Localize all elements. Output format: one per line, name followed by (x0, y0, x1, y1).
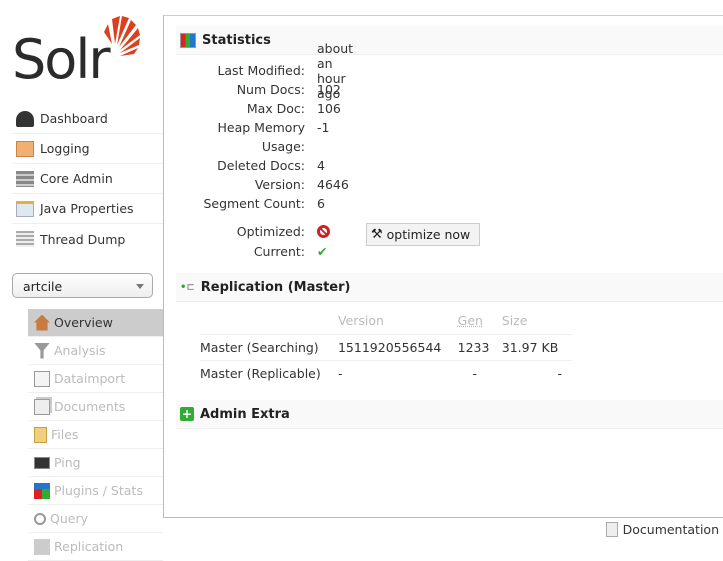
logging-icon (16, 140, 34, 157)
table-row: Master (Searching) 1511920556544 1233 31… (200, 334, 572, 361)
core-menu-replication[interactable]: Replication (28, 533, 163, 561)
core-admin-icon (16, 170, 34, 187)
plus-icon: + (180, 407, 194, 421)
solr-logo[interactable]: Solr (12, 14, 142, 84)
nav-dashboard[interactable]: Dashboard (12, 104, 163, 134)
table-row: Master (Replicable) - - - (200, 365, 562, 381)
dataimport-icon (34, 370, 50, 387)
replication-icon (34, 538, 50, 555)
bar-chart-icon (180, 32, 196, 48)
core-menu-dataimport[interactable]: Dataimport (28, 365, 163, 393)
core-menu-query[interactable]: Query (28, 505, 163, 533)
main-content: Statistics Last Modified: about an hour a… (163, 15, 723, 518)
core-menu-files[interactable]: Files (28, 421, 163, 449)
chevron-down-icon (136, 284, 144, 289)
nav-core-admin[interactable]: Core Admin (12, 164, 163, 194)
thread-dump-icon (16, 231, 34, 247)
table-header-row: Version Gen Size (200, 308, 572, 335)
core-menu-overview[interactable]: Overview (28, 309, 163, 337)
core-menu-documents[interactable]: Documents (28, 393, 163, 421)
documentation-link[interactable]: Documentation (605, 522, 719, 537)
dashboard-icon (16, 110, 34, 127)
java-properties-icon (16, 200, 34, 217)
core-menu-ping[interactable]: Ping (28, 449, 163, 477)
plugins-icon (34, 482, 50, 499)
optimize-now-button[interactable]: ⚒ optimize now (366, 223, 480, 246)
documents-icon (34, 398, 50, 415)
core-menu-analysis[interactable]: Analysis (28, 337, 163, 365)
nav-java-properties[interactable]: Java Properties (12, 194, 163, 224)
nav-thread-dump[interactable]: Thread Dump (12, 224, 163, 254)
replication-icon: •⊏ (180, 281, 195, 293)
svg-text:Solr: Solr (12, 28, 111, 84)
core-menu-plugins[interactable]: Plugins / Stats (28, 477, 163, 505)
core-selector[interactable]: artcile (12, 273, 153, 298)
hammer-icon: ⚒ (371, 227, 383, 242)
checkmark-icon: ✔ (317, 244, 328, 259)
not-optimized-icon (317, 225, 330, 238)
query-icon (34, 512, 46, 525)
ping-icon (34, 456, 50, 469)
nav-logging[interactable]: Logging (12, 134, 163, 164)
statistics-header: Statistics (176, 26, 723, 55)
replication-table: Version Gen Size Master (Searching) 1511… (200, 308, 572, 386)
folder-icon (34, 426, 47, 443)
admin-extra-header[interactable]: + Admin Extra (176, 400, 723, 429)
replication-header: •⊏ Replication (Master) (176, 273, 723, 302)
funnel-icon (34, 342, 50, 359)
document-icon (605, 522, 618, 537)
home-icon (34, 314, 50, 331)
